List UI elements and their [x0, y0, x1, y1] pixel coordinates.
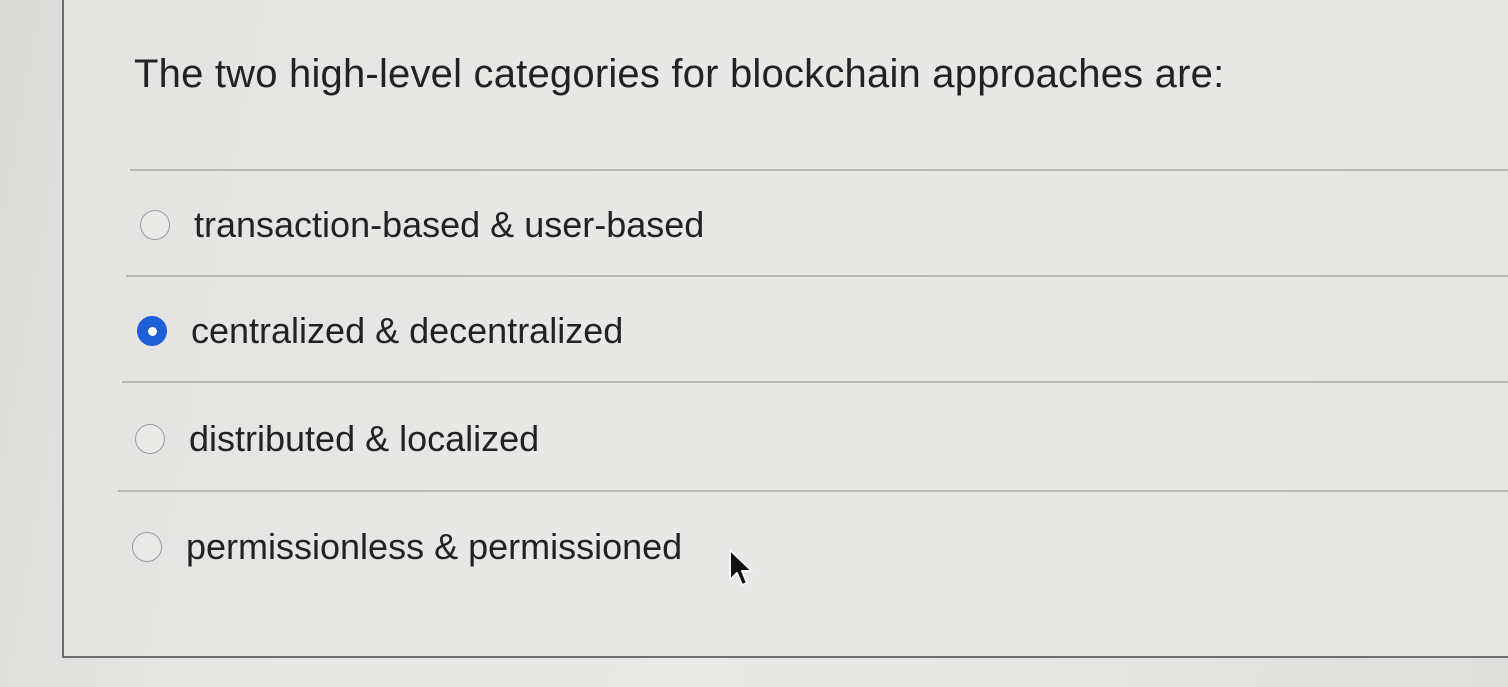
radio-dot-icon	[147, 326, 157, 336]
option-label: transaction-based & user-based	[194, 204, 705, 245]
option-permissionless[interactable]: permissionless & permissioned	[132, 526, 682, 568]
radio-button[interactable]	[135, 424, 165, 454]
option-label: distributed & localized	[189, 418, 540, 459]
option-transaction-based[interactable]: transaction-based & user-based	[140, 204, 704, 246]
divider	[126, 275, 1508, 277]
divider	[118, 490, 1508, 492]
option-centralized[interactable]: centralized & decentralized	[137, 310, 623, 352]
option-label: permissionless & permissioned	[186, 526, 683, 567]
mouse-pointer-icon	[729, 549, 753, 586]
divider	[130, 169, 1508, 171]
radio-button[interactable]	[132, 532, 162, 562]
radio-button-selected[interactable]	[137, 316, 167, 346]
option-label: centralized & decentralized	[191, 310, 624, 351]
radio-button[interactable]	[140, 210, 170, 240]
option-distributed[interactable]: distributed & localized	[135, 418, 539, 460]
divider	[122, 381, 1508, 383]
question-text: The two high-level categories for blockc…	[134, 52, 1225, 96]
